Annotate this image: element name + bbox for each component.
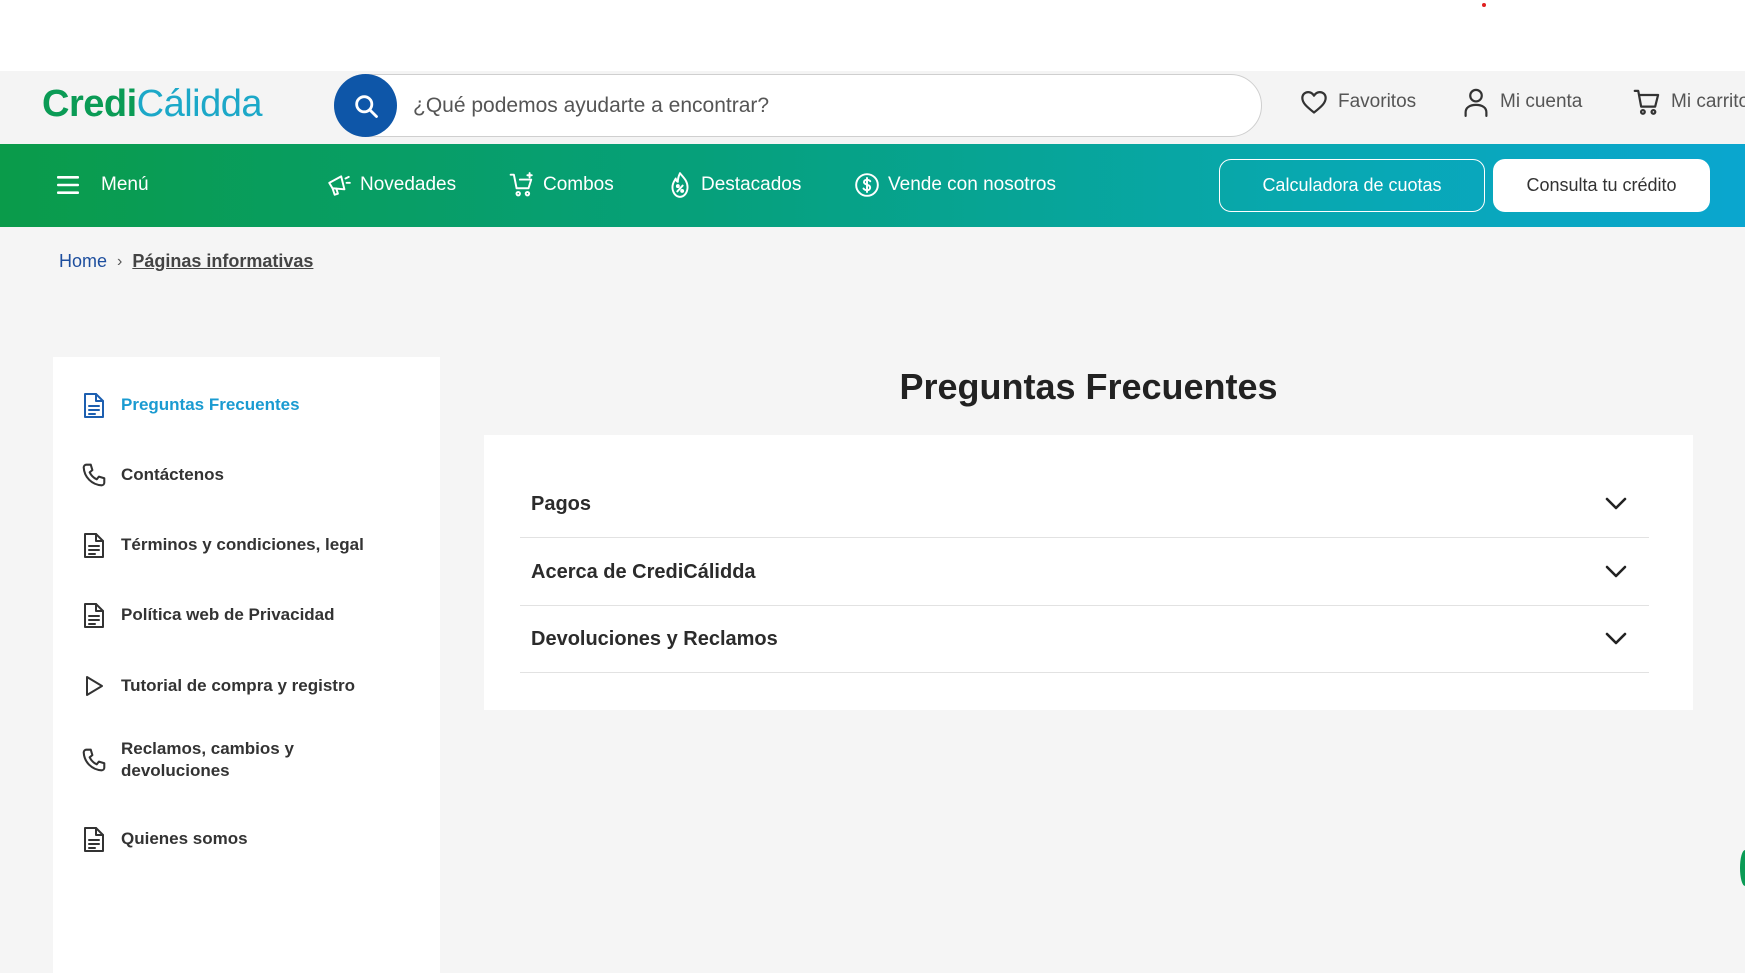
menu-button[interactable]: Menú <box>57 164 149 206</box>
document-icon <box>84 602 104 628</box>
sidebar-item-preguntas-frecuentes[interactable]: Preguntas Frecuentes <box>81 391 421 419</box>
sidebar-item-label: Tutorial de compra y registro <box>121 676 355 695</box>
sidebar-item-label: Términos y condiciones, legal <box>121 535 364 554</box>
cart-label: Mi carrito <box>1671 91 1745 112</box>
sidebar-item-tutorial[interactable]: Tutorial de compra y registro <box>81 672 421 700</box>
faq-question: Acerca de CrediCálidda <box>531 560 756 583</box>
favorites-link[interactable]: Favoritos <box>1300 85 1416 119</box>
chat-widget-button[interactable] <box>1740 850 1745 886</box>
nav-item-novedades[interactable]: Novedades <box>326 164 456 206</box>
breadcrumb-separator: › <box>117 252 123 270</box>
calculator-button[interactable]: Calculadora de cuotas <box>1219 159 1485 212</box>
play-icon <box>86 676 103 696</box>
logo[interactable]: CrediCálidda <box>42 83 263 126</box>
breadcrumb: Home › Páginas informativas <box>59 251 313 272</box>
page-title: Preguntas Frecuentes <box>899 366 1278 407</box>
sidebar-item-quienes-somos[interactable]: Quienes somos <box>81 825 421 853</box>
nav-item-destacados[interactable]: Destacados <box>667 164 801 206</box>
search-button[interactable] <box>334 74 397 137</box>
document-icon <box>84 826 104 852</box>
document-icon <box>84 532 104 558</box>
cart-link[interactable]: Mi carrito <box>1633 85 1745 119</box>
favorites-label: Favoritos <box>1338 91 1417 112</box>
notification-dot <box>1482 3 1486 7</box>
document-icon <box>84 392 104 418</box>
account-link[interactable]: Mi cuenta <box>1462 85 1582 119</box>
nav-item-combos[interactable]: Combos <box>509 164 614 206</box>
nav-item-label: Novedades <box>360 174 457 195</box>
phone-icon <box>82 463 106 487</box>
nav-item-label: Destacados <box>701 174 802 195</box>
faq-accordion-devoluciones[interactable]: Devoluciones y Reclamos <box>520 606 1649 673</box>
sidebar-item-reclamos[interactable]: Reclamos, cambios y devoluciones <box>81 738 421 782</box>
sidebar-item-label: Contáctenos <box>121 465 224 484</box>
hamburger-icon <box>57 176 79 194</box>
nav-item-vende[interactable]: Vende con nosotros <box>854 164 1056 206</box>
search-bar <box>334 74 1262 137</box>
nav-item-label: Vende con nosotros <box>888 174 1056 195</box>
faq-accordion-pagos[interactable]: Pagos <box>520 471 1649 538</box>
phone-icon <box>82 748 106 772</box>
sidebar-item-contactenos[interactable]: Contáctenos <box>81 461 421 489</box>
sidebar: Preguntas Frecuentes Contáctenos Término… <box>53 357 440 973</box>
check-credit-button[interactable]: Consulta tu crédito <box>1493 159 1710 212</box>
sidebar-item-terminos[interactable]: Términos y condiciones, legal <box>81 531 421 559</box>
menu-label: Menú <box>101 174 149 195</box>
chevron-down-icon <box>1605 565 1627 578</box>
sidebar-item-label: Quienes somos <box>121 829 248 848</box>
megaphone-icon <box>328 175 351 196</box>
chevron-down-icon <box>1605 497 1627 510</box>
heart-icon <box>1301 90 1327 114</box>
faq-question: Pagos <box>531 492 592 515</box>
cart-icon <box>1633 89 1660 115</box>
cart-plus-icon <box>509 172 533 197</box>
user-icon <box>1464 88 1488 117</box>
sidebar-item-privacidad[interactable]: Política web de Privacidad <box>81 601 421 629</box>
breadcrumb-current-link[interactable]: Páginas informativas <box>132 251 313 272</box>
sidebar-item-label: Preguntas Frecuentes <box>121 395 300 414</box>
sidebar-item-label: Reclamos, cambios y devoluciones <box>121 739 294 780</box>
flame-percent-icon <box>671 172 689 198</box>
account-label: Mi cuenta <box>1500 91 1583 112</box>
logo-part-credi: Credi <box>42 83 137 125</box>
faq-question: Devoluciones y Reclamos <box>531 627 778 650</box>
logo-part-calidda: Cálidda <box>136 83 263 125</box>
top-strip <box>0 0 1745 71</box>
site-header: CrediCálidda Favoritos Mi cuenta Mi carr… <box>0 71 1745 144</box>
dollar-coin-icon <box>855 173 879 197</box>
search-icon <box>354 94 378 118</box>
breadcrumb-home-link[interactable]: Home <box>59 251 107 272</box>
main-nav: Menú Novedades Combos Destacados Vende c… <box>0 144 1745 227</box>
sidebar-item-label: Política web de Privacidad <box>121 605 335 624</box>
faq-accordion-acerca[interactable]: Acerca de CrediCálidda <box>520 539 1649 606</box>
faq-panel: Pagos Acerca de CrediCálidda Devolucione… <box>484 435 1693 710</box>
nav-item-label: Combos <box>543 174 614 195</box>
chevron-down-icon <box>1605 632 1627 645</box>
search-input[interactable] <box>413 87 1213 125</box>
